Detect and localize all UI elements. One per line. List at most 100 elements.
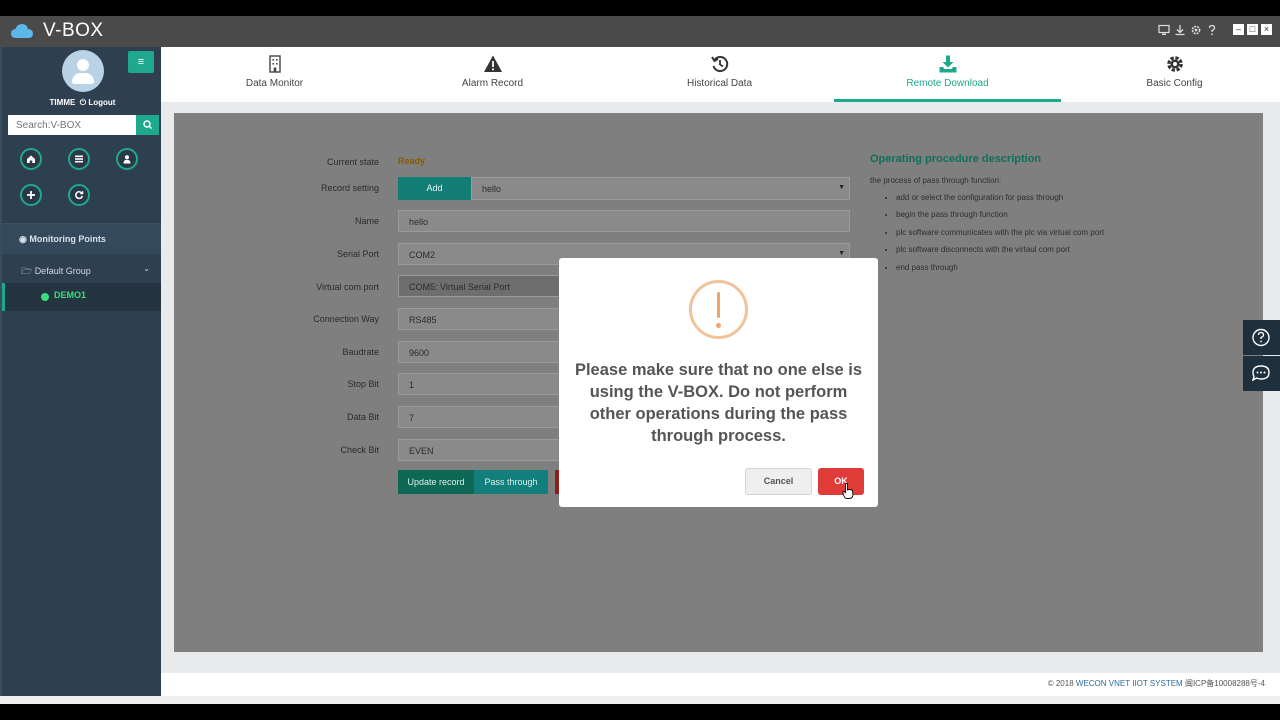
monitor-icon[interactable] [1158,24,1170,36]
procedure-step: plc software communicates with the plc v… [896,228,1104,245]
plus-icon [27,191,35,199]
device-item-demo1[interactable]: DEMO1 [2,283,161,311]
tab-alarm-record[interactable]: Alarm Record [379,47,606,102]
ok-button[interactable]: OK [818,468,864,495]
cloud-logo-icon [11,24,33,38]
current-state-value: Ready [398,156,426,166]
dialog-message: Please make sure that no one else is usi… [574,361,863,445]
virtual-com-label: Virtual com port [316,282,379,292]
check-bit-label: Check Bit [340,445,379,455]
tab-label: Remote Download [906,78,989,89]
download-icon [939,55,956,73]
logout-link[interactable]: ⏻ Logout [80,98,116,107]
menu-toggle-button[interactable]: ≡ [128,51,154,73]
hand-cursor-icon [842,483,854,499]
procedure-step: plc software disconnects with the virtau… [896,245,1104,262]
group-item-default[interactable]: 🗁 Default Group ⌄ [2,256,161,282]
search-button[interactable] [136,115,159,135]
data-bit-label: Data Bit [346,412,379,422]
screen: { "titlebar": { "app_title": "V-BOX" }, … [0,0,1280,720]
list-button[interactable] [68,148,90,170]
online-status-icon [41,293,49,301]
tab-label: Alarm Record [461,78,524,89]
eye-icon: ◉ [19,234,27,244]
window-controls: – □ × [1233,24,1272,35]
status-bar [0,696,1280,704]
tab-bar: Data Monitor Alarm Record Historical Dat… [161,47,1280,102]
record-setting-label: Record setting [320,183,379,193]
footer: © 2018 WECON VNET IIOT SYSTEM 闽ICP备10008… [161,672,1280,696]
list-icon [75,155,83,163]
refresh-button[interactable] [68,184,90,206]
exclamation-icon [689,280,748,339]
logout-label: Logout [88,98,116,107]
titlebar-tools [1158,24,1218,36]
gear-icon [1166,56,1183,72]
tab-historical-data[interactable]: Historical Data [606,47,833,102]
tab-data-monitor[interactable]: Data Monitor [161,47,388,102]
title-bar: V-BOX – □ × [0,16,1280,47]
chevron-down-icon: ⌄ [143,264,150,273]
avatar [62,50,104,92]
user-line: TIMME ⏻ Logout [2,98,163,108]
help-float-button[interactable] [1243,320,1280,355]
current-state-label: Current state [326,157,379,167]
refresh-icon [75,191,84,200]
serial-port-label: Serial Port [336,249,379,259]
add-button[interactable] [20,184,42,206]
download-tool-icon[interactable] [1174,24,1186,36]
user-name: TIMME [49,98,76,107]
help-icon[interactable] [1206,24,1218,36]
warning-icon [483,55,502,72]
procedure-title: Operating procedure description [870,153,1042,165]
chat-icon [1251,365,1270,382]
maximize-icon[interactable]: □ [1247,24,1258,35]
monitoring-points-label: Monitoring Points [29,234,106,244]
dropdown-arrow-icon: ▼ [838,250,845,257]
procedure-step: begin the pass through function [896,210,1104,227]
search-icon [143,120,152,129]
stop-bit-value: 1 [409,380,415,390]
name-label: Name [354,216,379,226]
procedure-step: end pass through [896,263,1104,280]
virtual-com-value: COM5: Virtual Serial Port [409,282,510,292]
system-link[interactable]: WECON VNET IIOT SYSTEM [1076,679,1183,688]
tab-label: Data Monitor [245,78,304,89]
history-icon [710,56,728,73]
copyright-year: © 2018 [1047,679,1074,688]
copyright-text: © 2018 WECON VNET IIOT SYSTEM 闽ICP备10008… [1048,678,1265,689]
monitoring-points-header[interactable]: ◉ Monitoring Points [2,224,161,254]
procedure-intro: the process of pass through function: [870,176,1002,185]
connection-way-label: Connection Way [313,314,379,324]
settings-icon[interactable] [1190,24,1202,36]
update-record-button[interactable]: Update record [398,470,474,494]
confirm-dialog: Please make sure that no one else is usi… [559,258,878,507]
procedure-steps: add or select the configuration for pass… [896,193,1104,280]
user-button[interactable] [116,148,138,170]
search-input[interactable] [8,115,136,135]
serial-port-value: COM2 [409,250,436,260]
procedure-step: add or select the configuration for pass… [896,193,1104,210]
connection-way-value: RS485 [409,315,437,325]
tab-basic-config[interactable]: Basic Config [1061,47,1280,102]
chat-float-button[interactable] [1243,356,1280,391]
question-icon [1252,328,1270,347]
close-icon[interactable]: × [1261,24,1272,35]
group-label: Default Group [34,266,91,276]
home-icon [27,155,35,163]
data-bit-value: 7 [409,413,415,423]
dropdown-arrow-icon: ▼ [838,184,845,191]
cancel-button[interactable]: Cancel [745,468,812,495]
home-button[interactable] [20,148,42,170]
minimize-icon[interactable]: – [1233,24,1244,35]
record-select[interactable]: hello ▼ [471,177,850,200]
add-record-button[interactable]: Add [398,177,471,200]
sidebar: ≡ TIMME ⏻ Logout ◉ Monitoring Points 🗁 D… [0,47,161,696]
name-value: hello [409,217,429,227]
name-field[interactable]: hello [398,210,850,232]
device-label: DEMO1 [54,290,87,300]
user-icon [123,155,131,164]
pass-through-button[interactable]: Pass through [474,470,548,494]
tab-remote-download[interactable]: Remote Download [834,47,1061,102]
building-icon [268,55,281,73]
